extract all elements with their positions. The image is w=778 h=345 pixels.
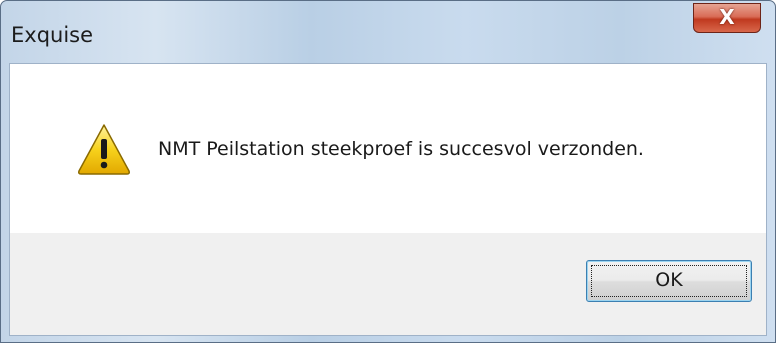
- dialog-window: Exquise X NMT Peilstation steekproef is …: [0, 0, 776, 343]
- dialog-message: NMT Peilstation steekproef is succesvol …: [158, 138, 644, 160]
- warning-icon: [76, 121, 132, 177]
- button-bar: OK: [9, 233, 767, 336]
- message-area: NMT Peilstation steekproef is succesvol …: [9, 63, 767, 233]
- ok-button[interactable]: OK: [586, 260, 752, 302]
- close-icon: X: [719, 5, 735, 29]
- title-bar[interactable]: Exquise X: [1, 1, 775, 63]
- window-title: Exquise: [11, 23, 94, 47]
- close-button[interactable]: X: [693, 3, 761, 33]
- ok-button-label: OK: [655, 269, 683, 291]
